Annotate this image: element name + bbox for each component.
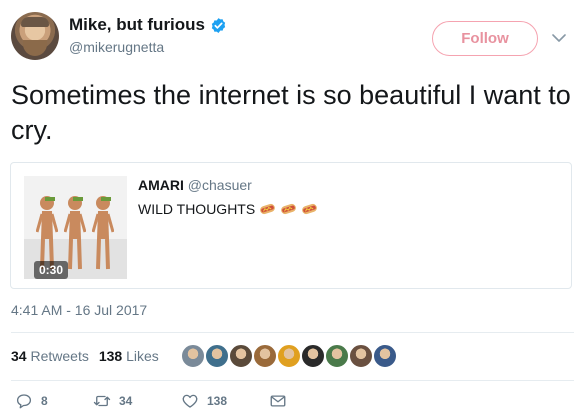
retweet-action[interactable]: 34 [93, 392, 181, 410]
liker-avatar[interactable] [324, 343, 350, 369]
liker-avatar[interactable] [300, 343, 326, 369]
liker-avatar[interactable] [180, 343, 206, 369]
likes-stat-label: Likes [126, 348, 159, 364]
quoted-text: WILD THOUGHTS [138, 201, 256, 217]
heart-icon[interactable] [181, 392, 199, 410]
quoted-handle: @chasuer [187, 177, 252, 193]
likes-stat[interactable]: 138 Likes [99, 348, 159, 364]
engagement-stats: 34 Retweets 138 Likes [11, 348, 159, 364]
verified-badge-icon [211, 17, 226, 33]
quoted-header: AMARI @chasuer [138, 177, 252, 193]
divider [11, 332, 574, 333]
reply-count: 8 [41, 394, 48, 408]
follow-button[interactable]: Follow [432, 21, 538, 56]
hot-dog-emoji [281, 203, 297, 215]
like-count: 138 [207, 394, 228, 408]
reply-icon[interactable] [15, 392, 33, 410]
quoted-tweet[interactable]: 0:30 AMARI @chasuer WILD THOUGHTS [10, 162, 572, 289]
hot-dog-emoji [260, 203, 276, 215]
quoted-text-row: WILD THOUGHTS [138, 201, 318, 217]
chevron-down-icon[interactable] [552, 33, 566, 43]
liker-avatar[interactable] [372, 343, 398, 369]
author-handle[interactable]: @mikerugnetta [69, 39, 164, 55]
reply-action[interactable]: 8 [11, 392, 93, 410]
author-name-row: Mike, but furious [69, 15, 227, 35]
tweet-text: Sometimes the internet is so beautiful I… [11, 80, 571, 145]
quoted-name: AMARI [138, 177, 184, 193]
video-duration: 0:30 [34, 261, 69, 279]
envelope-icon[interactable] [269, 392, 287, 410]
retweets-stat-count: 34 [11, 348, 27, 364]
liker-avatars [180, 343, 398, 369]
liker-avatar[interactable] [276, 343, 302, 369]
likes-stat-count: 138 [98, 348, 123, 364]
divider [11, 380, 574, 381]
dancer-figure [64, 196, 86, 270]
tweet-actions: 8 34 138 [11, 392, 287, 410]
tweet-timestamp[interactable]: 4:41 AM - 16 Jul 2017 [11, 302, 147, 318]
like-action[interactable]: 138 [181, 392, 269, 410]
author-name[interactable]: Mike, but furious [69, 15, 205, 35]
video-thumbnail[interactable]: 0:30 [24, 176, 127, 279]
liker-avatar[interactable] [348, 343, 374, 369]
direct-message-action[interactable] [269, 392, 287, 410]
hot-dog-emoji [302, 203, 318, 215]
retweets-stat[interactable]: 34 Retweets [11, 348, 89, 364]
author-avatar[interactable] [11, 12, 59, 60]
liker-avatar[interactable] [204, 343, 230, 369]
retweet-count: 34 [119, 394, 133, 408]
liker-avatar[interactable] [228, 343, 254, 369]
liker-avatar[interactable] [252, 343, 278, 369]
retweets-stat-label: Retweets [30, 348, 89, 364]
retweet-icon[interactable] [93, 392, 111, 410]
dancer-figure [92, 196, 114, 270]
